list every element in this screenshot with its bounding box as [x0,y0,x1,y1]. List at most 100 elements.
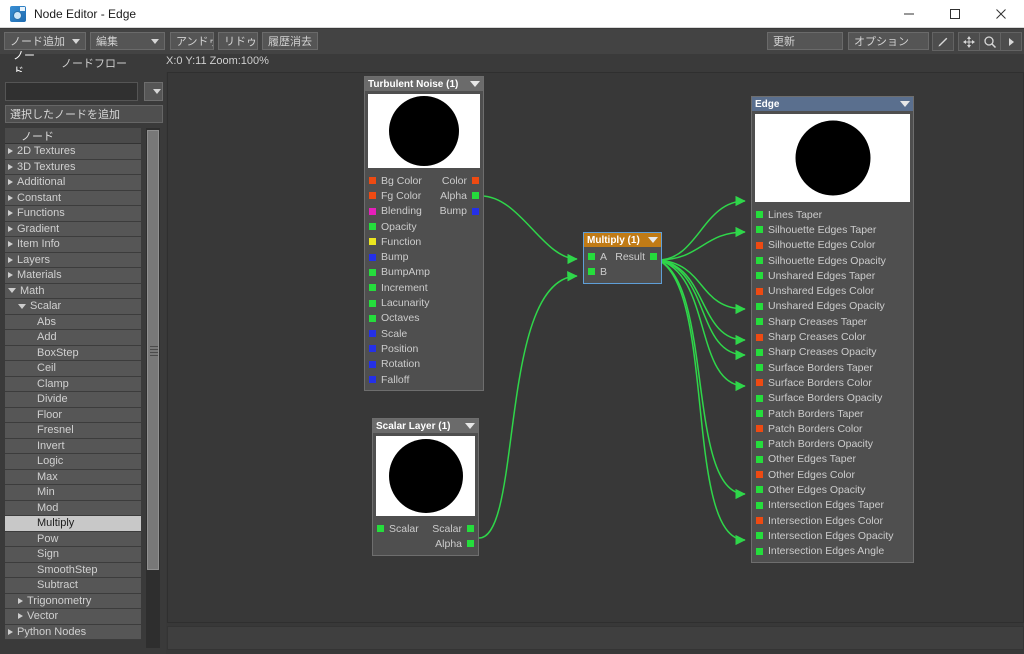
port-dot-icon[interactable] [472,207,479,215]
chevron-down-icon[interactable] [900,101,910,107]
port-dot-icon[interactable] [588,253,595,261]
port-dot-icon[interactable] [756,333,763,341]
chevron-right-icon[interactable] [8,628,13,635]
tree-item-2d-textures[interactable]: 2D Textures [5,144,141,160]
chevron-right-icon[interactable] [8,179,13,186]
input-port-intersection-edges-opacity[interactable]: Intersection Edges Opacity [752,528,913,543]
scrollbar-thumb[interactable] [147,130,159,570]
tree-item-add[interactable]: Add [5,330,141,346]
input-port-intersection-edges-color[interactable]: Intersection Edges Color [752,513,913,528]
port-dot-icon[interactable] [756,379,763,387]
port-dot-icon[interactable] [369,238,376,246]
chevron-down-icon[interactable] [8,288,16,294]
port-dot-icon[interactable] [369,299,376,307]
tree-item-layers[interactable]: Layers [5,252,141,268]
node-turbulent-noise[interactable]: Turbulent Noise (1) Bg Color Color Fg Colo… [364,76,484,392]
chevron-right-icon[interactable] [8,256,13,263]
port-dot-icon[interactable] [756,348,763,356]
output-port-alpha[interactable]: Alpha [435,538,478,550]
tree-item-max[interactable]: Max [5,469,141,485]
output-port-result[interactable]: Result [615,251,661,263]
node-tree-scrollbar[interactable] [146,128,160,648]
tree-item-fresnel[interactable]: Fresnel [5,423,141,439]
port-dot-icon[interactable] [756,272,763,280]
port-dot-icon[interactable] [369,177,376,185]
input-port-bg-color[interactable]: Bg Color [365,175,422,187]
input-port-sharp-creases-taper[interactable]: Sharp Creases Taper [752,314,913,329]
input-port-b[interactable]: B [584,266,607,278]
node-turbulent-noise-header[interactable]: Turbulent Noise (1) [365,77,483,91]
port-dot-icon[interactable] [369,360,376,368]
port-dot-icon[interactable] [472,192,479,200]
play-arrow-icon[interactable] [1000,32,1022,51]
chevron-right-icon[interactable] [8,163,13,170]
tree-item-pow[interactable]: Pow [5,531,141,547]
port-dot-icon[interactable] [369,192,376,200]
input-port-octaves[interactable]: Octaves [365,312,420,324]
tree-item-divide[interactable]: Divide [5,392,141,408]
update-button[interactable]: 更新 [767,32,843,50]
input-port-a[interactable]: A [584,251,607,263]
chevron-right-icon[interactable] [8,241,13,248]
input-port-intersection-edges-angle[interactable]: Intersection Edges Angle [752,544,913,559]
port-dot-icon[interactable] [756,257,763,265]
input-port-rotation[interactable]: Rotation [365,358,420,370]
tree-item-logic[interactable]: Logic [5,454,141,470]
tree-item-python-nodes[interactable]: Python Nodes [5,624,141,640]
input-port-silhouette-edges-taper[interactable]: Silhouette Edges Taper [752,222,913,237]
add-selected-node-button[interactable]: 選択したノードを追加 [5,105,163,123]
input-port-position[interactable]: Position [365,343,418,355]
node-canvas[interactable]: Turbulent Noise (1) Bg Color Color Fg Colo… [167,72,1024,623]
input-port-surface-borders-taper[interactable]: Surface Borders Taper [752,360,913,375]
undo-button[interactable]: アンドゥ [170,32,214,50]
tree-item-sign[interactable]: Sign [5,547,141,563]
search-dropdown-button[interactable] [144,82,163,101]
maximize-icon[interactable] [932,0,978,28]
tree-item-trigonometry[interactable]: Trigonometry [5,593,141,609]
tree-item-floor[interactable]: Floor [5,407,141,423]
input-port-patch-borders-taper[interactable]: Patch Borders Taper [752,406,913,421]
input-port-bumpamp[interactable]: BumpAmp [365,266,430,278]
minimize-icon[interactable] [886,0,932,28]
node-edge-header[interactable]: Edge [752,97,913,111]
port-dot-icon[interactable] [756,287,763,295]
tree-item-boxstep[interactable]: BoxStep [5,345,141,361]
port-dot-icon[interactable] [756,211,763,219]
input-port-opacity[interactable]: Opacity [365,221,417,233]
port-dot-icon[interactable] [369,376,376,383]
node-multiply[interactable]: Multiply (1) A Result B [583,232,662,284]
input-port-patch-borders-color[interactable]: Patch Borders Color [752,421,913,436]
input-port-scalar[interactable]: Scalar [373,523,419,535]
tree-item-clamp[interactable]: Clamp [5,376,141,392]
input-port-fg-color[interactable]: Fg Color [365,190,421,202]
port-dot-icon[interactable] [756,517,763,525]
port-dot-icon[interactable] [756,547,763,555]
input-port-silhouette-edges-color[interactable]: Silhouette Edges Color [752,238,913,253]
input-port-scale[interactable]: Scale [365,328,407,340]
port-dot-icon[interactable] [756,410,763,417]
input-port-surface-borders-color[interactable]: Surface Borders Color [752,375,913,390]
chevron-right-icon[interactable] [8,194,13,201]
port-dot-icon[interactable] [756,241,763,249]
edit-button[interactable]: 編集 [90,32,165,50]
port-dot-icon[interactable] [756,226,763,234]
node-edge[interactable]: Edge Lines Taper Silhouette Edges Taper Si… [751,96,914,563]
port-dot-icon[interactable] [756,471,763,479]
input-port-intersection-edges-taper[interactable]: Intersection Edges Taper [752,498,913,513]
tree-item-additional[interactable]: Additional [5,175,141,191]
input-port-other-edges-taper[interactable]: Other Edges Taper [752,452,913,467]
port-dot-icon[interactable] [756,318,763,326]
input-port-unshared-edges-opacity[interactable]: Unshared Edges Opacity [752,299,913,314]
port-dot-icon[interactable] [369,223,376,231]
port-dot-icon[interactable] [756,532,763,540]
clear-history-button[interactable]: 履歴消去 [262,32,318,50]
tab-nodeflow[interactable]: ノードフロー [52,54,148,72]
input-port-blending[interactable]: Blending [365,205,422,217]
input-port-sharp-creases-opacity[interactable]: Sharp Creases Opacity [752,345,913,360]
pan-icon[interactable] [958,32,980,51]
port-dot-icon[interactable] [650,253,657,261]
tree-item-mod[interactable]: Mod [5,500,141,516]
input-port-silhouette-edges-opacity[interactable]: Silhouette Edges Opacity [752,253,913,268]
chevron-right-icon[interactable] [8,210,13,217]
output-port-alpha[interactable]: Alpha [440,190,483,202]
